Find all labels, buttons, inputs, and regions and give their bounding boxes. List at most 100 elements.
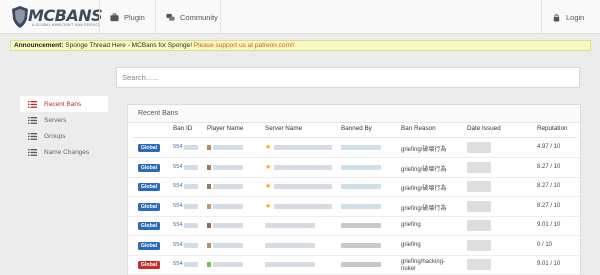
star-icon: ★ [265,183,272,190]
table-row[interactable]: Global 554 griefing/hacking-nuker 9.01 / 10 [128,255,580,275]
column-header-server-name: Server Name [265,125,303,132]
column-header-ban-reason: Ban Reason [401,125,436,132]
reputation-value: 8.27 / 10 [537,163,561,170]
redacted-server-name[interactable] [274,145,332,150]
redacted-banned-by[interactable] [341,203,381,209]
redacted-server-name[interactable] [274,203,332,209]
sidebar: Recent Bans Servers Groups Name Changes [20,96,108,160]
player-head-icon [207,145,211,150]
ban-reason: griefing/hacking-nuker [401,259,446,272]
redacted-date-issued [467,200,491,212]
redacted-date-issued [467,181,491,192]
ban-type-badge: Global [138,202,160,211]
column-header-reputation: Reputation [537,125,568,132]
ban-id-link[interactable]: 554 [173,222,183,228]
ban-id-link[interactable]: 554 [173,261,183,267]
table-row[interactable]: Global 554 ★ griefing/破壊行為 8.27 / 10 [128,177,580,197]
announcement-bar: Announcement: Sponge Thread Here - MCBan… [10,40,591,51]
announcement-text[interactable]: Sponge Thread Here - MCBans for Sponge! [65,42,192,49]
chat-bubbles-icon [166,13,175,21]
ban-type-badge: Global [138,183,160,191]
redacted-player-name[interactable] [213,262,243,267]
sidebar-item-recent-bans[interactable]: Recent Bans [20,96,108,112]
announcement-prefix: Announcement: [14,42,64,49]
redacted-server-name[interactable] [265,242,315,248]
redacted-ban-id [184,184,198,189]
ban-id-link[interactable]: 554 [173,164,183,170]
star-icon: ★ [265,202,272,210]
redacted-server-name[interactable] [274,184,332,189]
redacted-banned-by[interactable] [341,184,381,189]
redacted-player-name[interactable] [213,164,243,170]
ban-id-link[interactable]: 554 [173,144,183,150]
sidebar-item-name-changes[interactable]: Name Changes [20,144,108,160]
ban-type-badge: Global [138,241,160,250]
ban-id-link[interactable]: 554 [173,242,183,248]
player-head-icon [207,164,211,170]
table-row[interactable]: Global 554 griefing 0 / 10 [128,236,580,256]
mcbans-logo[interactable]: MCBANS A GLOBAL MINECRAFT BAN SERVICE [10,5,103,29]
star-icon: ★ [265,144,272,151]
redacted-ban-id [184,223,198,228]
ban-type-badge: Global [138,222,160,230]
panel-title: Recent Bans [128,105,580,123]
list-icon [28,148,37,156]
ban-reason: griefing/破壊行為 [401,186,447,192]
ban-id-link[interactable]: 554 [173,203,183,209]
shield-logo-icon [12,6,28,28]
reputation-value: 0 / 10 [537,241,553,248]
announcement-support-link[interactable]: Please support us at patreon.com!! [194,42,295,49]
redacted-ban-id [184,242,198,248]
ban-reason: griefing/破壊行為 [401,166,447,173]
player-head-icon [207,203,211,209]
reputation-value: 8.27 / 10 [537,183,561,189]
search-input[interactable]: Search...... [116,67,580,88]
table-row[interactable]: Global 554 griefing 9.01 / 10 [128,216,580,236]
redacted-server-name[interactable] [274,164,332,170]
table-row[interactable]: Global 554 ★ griefing/破壊行為 4.97 / 10 [128,138,580,158]
redacted-date-issued [467,239,491,251]
nav-login[interactable]: Login [541,0,600,34]
logo-tagline: A GLOBAL MINECRAFT BAN SERVICE [32,23,101,27]
sidebar-item-label: Groups [44,132,66,140]
reputation-value: 9.01 / 10 [537,261,561,267]
redacted-banned-by[interactable] [341,145,381,150]
nav-plugin-label: Plugin [124,12,145,22]
redacted-player-name[interactable] [213,203,243,209]
redacted-banned-by[interactable] [341,164,381,170]
redacted-player-name[interactable] [213,223,243,228]
nav-community[interactable]: Community [155,0,221,34]
redacted-banned-by[interactable] [341,223,381,228]
player-head-icon [207,262,211,267]
redacted-player-name[interactable] [213,242,243,248]
player-head-icon [207,223,211,228]
redacted-server-name[interactable] [265,262,315,267]
column-header-banned-by: Banned By [341,125,372,132]
redacted-date-issued [467,259,491,270]
redacted-date-issued [467,142,491,153]
redacted-player-name[interactable] [213,184,243,189]
sidebar-item-groups[interactable]: Groups [20,128,108,144]
reputation-value: 4.97 / 10 [537,144,561,150]
sidebar-item-servers[interactable]: Servers [20,112,108,128]
ban-id-link[interactable]: 554 [173,183,183,189]
ban-reason: griefing/破壊行為 [401,205,447,212]
redacted-banned-by[interactable] [341,262,381,267]
top-navbar: MCBANS A GLOBAL MINECRAFT BAN SERVICE Pl… [0,0,600,34]
redacted-server-name[interactable] [265,223,315,228]
redacted-banned-by[interactable] [341,242,381,248]
briefcase-icon [110,12,119,21]
table-row[interactable]: Global 554 ★ griefing/破壊行為 8.27 / 10 [128,158,580,178]
lock-icon [553,13,560,22]
nav-plugin[interactable]: Plugin [99,0,155,34]
recent-bans-panel: Recent Bans Ban ID Player Name Server Na… [127,104,581,275]
ban-reason: griefing/破壊行為 [401,147,447,153]
column-header-date-issued: Date Issued [467,125,501,132]
reputation-value: 8.27 / 10 [537,202,561,209]
redacted-ban-id [184,145,198,150]
table-row[interactable]: Global 554 ★ griefing/破壊行為 8.27 / 10 [128,197,580,217]
redacted-player-name[interactable] [213,145,243,150]
redacted-ban-id [184,203,198,209]
redacted-date-issued [467,220,491,231]
ban-type-badge: Global [138,261,160,269]
